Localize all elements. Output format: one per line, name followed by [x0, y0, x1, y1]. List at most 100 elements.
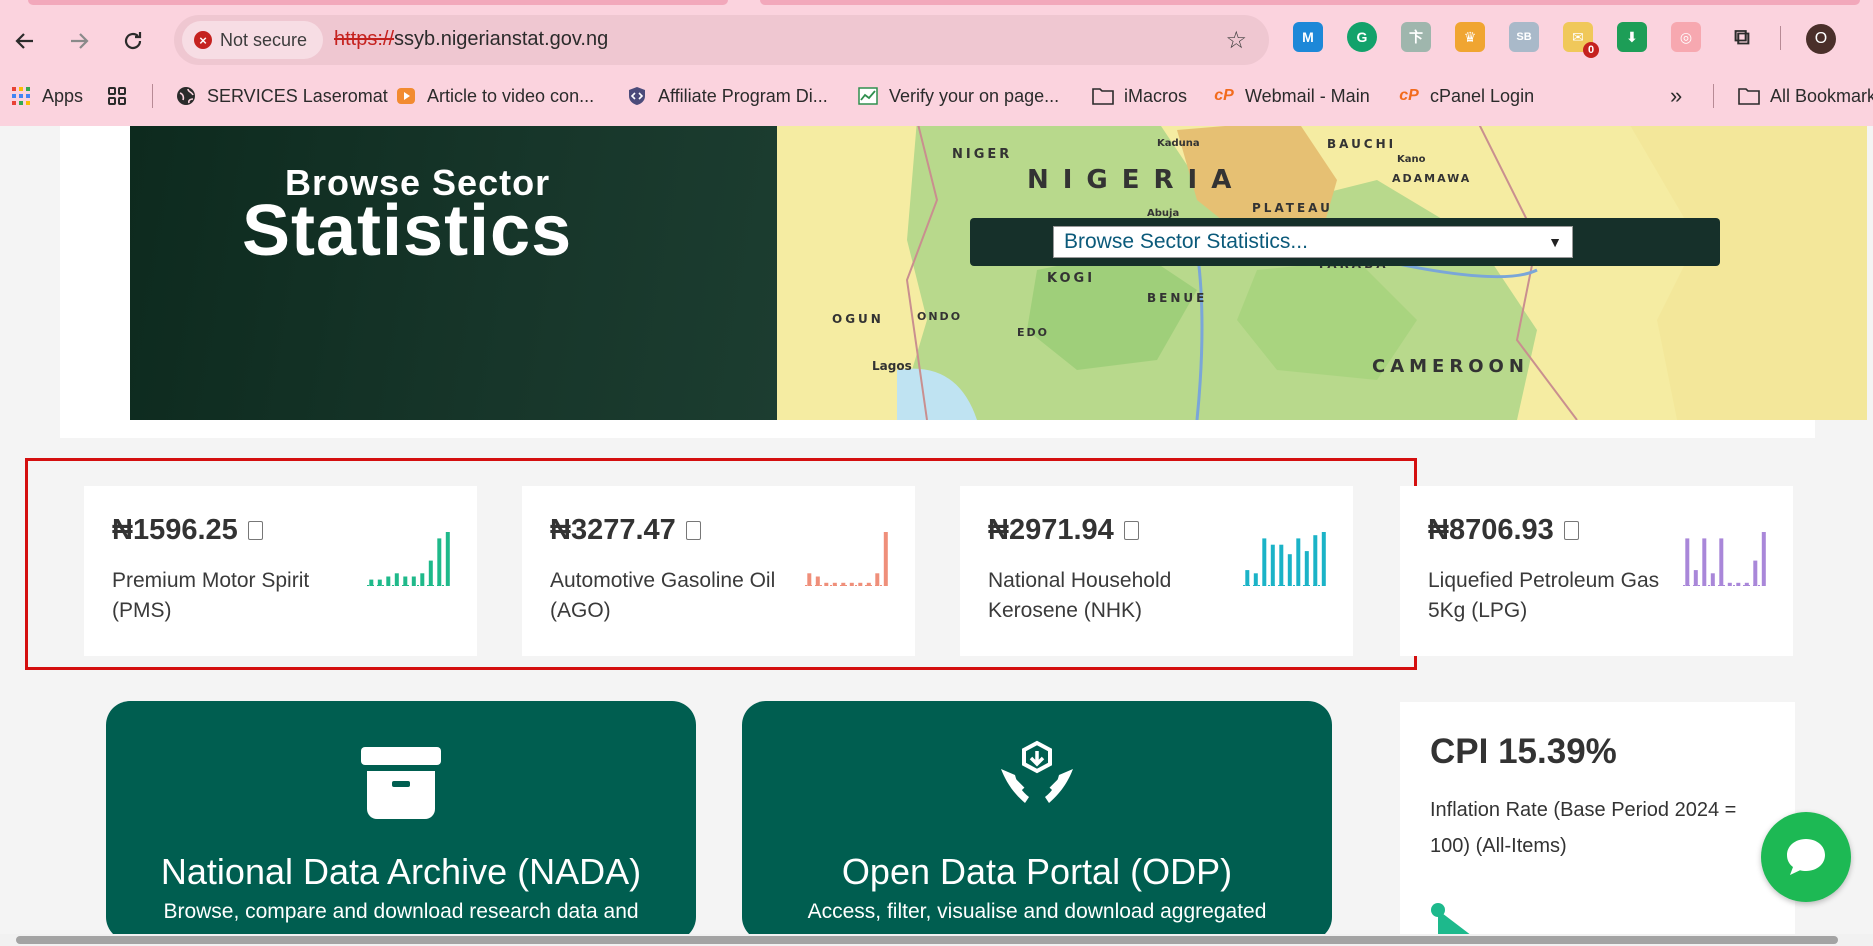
warning-icon: ×: [194, 31, 212, 49]
bookmarks-bar: Apps SERVICES Laseromat Article to video…: [0, 80, 1873, 112]
map-graphic: NIGER NIGERIA KOGI BENUE TARABA PLATEAU …: [777, 126, 1867, 420]
map-label: PLATEAU: [1252, 201, 1333, 215]
spark-bar: [411, 576, 416, 586]
stat-card-lpg[interactable]: ₦8706.93 Liquefied Petroleum Gas 5Kg (LPG…: [1400, 486, 1793, 656]
stat-card-pms[interactable]: ₦1596.25 Premium Motor Spirit (PMS): [84, 486, 477, 656]
cpanel-icon: cP: [1399, 87, 1419, 104]
spark-bar: [445, 532, 450, 586]
cpanel-icon: cP: [1214, 87, 1234, 104]
bookmark-verify-on-page[interactable]: Verify your on page...: [857, 80, 1059, 112]
bookmark-label: SERVICES Laseromat: [207, 85, 388, 106]
chat-button[interactable]: [1761, 812, 1851, 902]
archive-box-icon: [361, 747, 441, 824]
folder-icon: [1738, 85, 1760, 107]
reload-button[interactable]: [114, 22, 152, 60]
arrow-left-icon: [15, 33, 33, 49]
nigeria-map: NIGER NIGERIA KOGI BENUE TARABA PLATEAU …: [777, 126, 1867, 420]
map-label: EDO: [1017, 326, 1049, 339]
bookmark-affiliate-program[interactable]: Affiliate Program Di...: [626, 80, 828, 112]
spark-bar: [883, 532, 888, 586]
globe-icon: [175, 85, 197, 107]
extensions-puzzle-icon[interactable]: ⧉: [1727, 22, 1757, 52]
bookmark-star-icon[interactable]: ☆: [1225, 26, 1247, 55]
bookmarks-overflow-button[interactable]: »: [1670, 80, 1682, 112]
card-description: Access, filter, visualise and download a…: [807, 900, 1267, 923]
chart-icon: [857, 85, 879, 107]
spark-bar: [428, 560, 433, 586]
stat-card-nhk[interactable]: ₦2971.94 National Household Kerosene (NHK…: [960, 486, 1353, 656]
label-line1: National Household: [988, 569, 1172, 592]
hero-title-panel: Browse Sector Statistics: [130, 126, 777, 420]
mail-extension-icon[interactable]: ✉ 0: [1563, 22, 1599, 58]
bookmark-cpanel-login[interactable]: cP cPanel Login: [1398, 80, 1534, 112]
back-button[interactable]: [6, 22, 44, 60]
cpi-card[interactable]: CPI 15.39% Inflation Rate (Base Period 2…: [1400, 702, 1795, 934]
nada-card[interactable]: National Data Archive (NADA) Browse, com…: [106, 701, 696, 934]
spark-bar: [437, 538, 442, 586]
spark-bar: [1296, 538, 1301, 586]
tab-strip: [760, 0, 1860, 5]
video-icon: [395, 85, 417, 107]
sparkline-chart: [1243, 532, 1328, 586]
browse-sector-select[interactable]: Browse Sector Statistics... ▼: [1053, 226, 1573, 258]
map-label: ADAMAWA: [1392, 172, 1471, 185]
map-label: NIGER: [952, 147, 1012, 162]
stat-card-ago[interactable]: ₦3277.47 Automotive Gasoline Oil (AGO): [522, 486, 915, 656]
card-title: National Data Archive (NADA): [160, 851, 642, 892]
extension-m-icon[interactable]: M: [1293, 22, 1323, 52]
download-extension-icon[interactable]: ⬇: [1617, 22, 1647, 52]
page-content: Browse Sector Statistics NIGER NIGERIA K…: [0, 126, 1873, 934]
bookmark-imacros[interactable]: iMacros: [1092, 80, 1187, 112]
label-line1: Automotive Gasoline Oil: [550, 569, 776, 592]
security-chip[interactable]: × Not secure: [182, 21, 324, 59]
overflow-chevron-icon: »: [1670, 83, 1683, 108]
bookmark-label: Verify your on page...: [889, 85, 1060, 106]
profile-avatar[interactable]: O: [1806, 24, 1836, 54]
map-label: NIGERIA: [1027, 165, 1245, 195]
bookmark-label: Webmail - Main: [1245, 85, 1370, 106]
bookmark-apps[interactable]: Apps: [10, 80, 83, 112]
address-bar[interactable]: × Not secure https://ssyb.nigerianstat.g…: [174, 15, 1269, 65]
select-placeholder: Browse Sector Statistics...: [1064, 230, 1308, 253]
spark-bar: [1279, 544, 1284, 586]
extension-sb-icon[interactable]: SB: [1509, 22, 1539, 52]
spark-bar: [1270, 544, 1275, 586]
price-value: ₦2971.94: [988, 514, 1114, 546]
chevron-down-icon: ▼: [1548, 234, 1562, 250]
reload-icon: [124, 32, 142, 50]
browser-chrome: × Not secure https://ssyb.nigerianstat.g…: [0, 0, 1873, 126]
spark-bar: [875, 573, 880, 586]
bookmark-all-bookmarks[interactable]: All Bookmarks: [1738, 80, 1873, 112]
bookmark-article-to-video[interactable]: Article to video con...: [395, 80, 594, 112]
code-shield-icon: [626, 85, 648, 107]
security-label: Not secure: [220, 29, 308, 50]
info-box-icon: [247, 521, 263, 540]
extension-camera-icon[interactable]: ◎: [1671, 22, 1701, 52]
map-label: Kano: [1397, 154, 1426, 165]
spark-bar: [1321, 532, 1326, 586]
chat-bubble-icon: [1787, 839, 1825, 875]
horizontal-scrollbar[interactable]: [0, 934, 1873, 946]
extension-figure-icon[interactable]: 卞: [1401, 22, 1431, 52]
scrollbar-thumb[interactable]: [16, 936, 1838, 944]
grammarly-icon[interactable]: G: [1347, 22, 1377, 52]
bookmark-tab-groups[interactable]: [106, 80, 128, 112]
forward-button[interactable]: [60, 22, 98, 60]
extension-badge: 0: [1583, 42, 1599, 58]
price-value: ₦3277.47: [550, 514, 676, 546]
url-scheme: https://: [334, 28, 395, 50]
bookmark-webmail-main[interactable]: cP Webmail - Main: [1213, 80, 1370, 112]
extension-crown-icon[interactable]: ♛: [1455, 22, 1485, 52]
stat-price: ₦1596.25: [112, 514, 263, 547]
card-title: Open Data Portal (ODP): [841, 851, 1233, 892]
spark-bar: [1287, 554, 1292, 586]
url-text[interactable]: https://ssyb.nigerianstat.gov.ng: [334, 28, 608, 51]
stat-price: ₦3277.47: [550, 514, 701, 547]
arrow-right-icon: [71, 33, 89, 49]
bookmark-label: cPanel Login: [1430, 85, 1535, 106]
bookmark-label: All Bookmarks: [1770, 85, 1873, 106]
bookmark-services-laseromat[interactable]: SERVICES Laseromat: [175, 80, 388, 112]
cpi-chart-marker: [1431, 903, 1470, 934]
toolbar-divider: [1780, 26, 1781, 50]
odp-card[interactable]: Open Data Portal (ODP) Access, filter, v…: [742, 701, 1332, 934]
